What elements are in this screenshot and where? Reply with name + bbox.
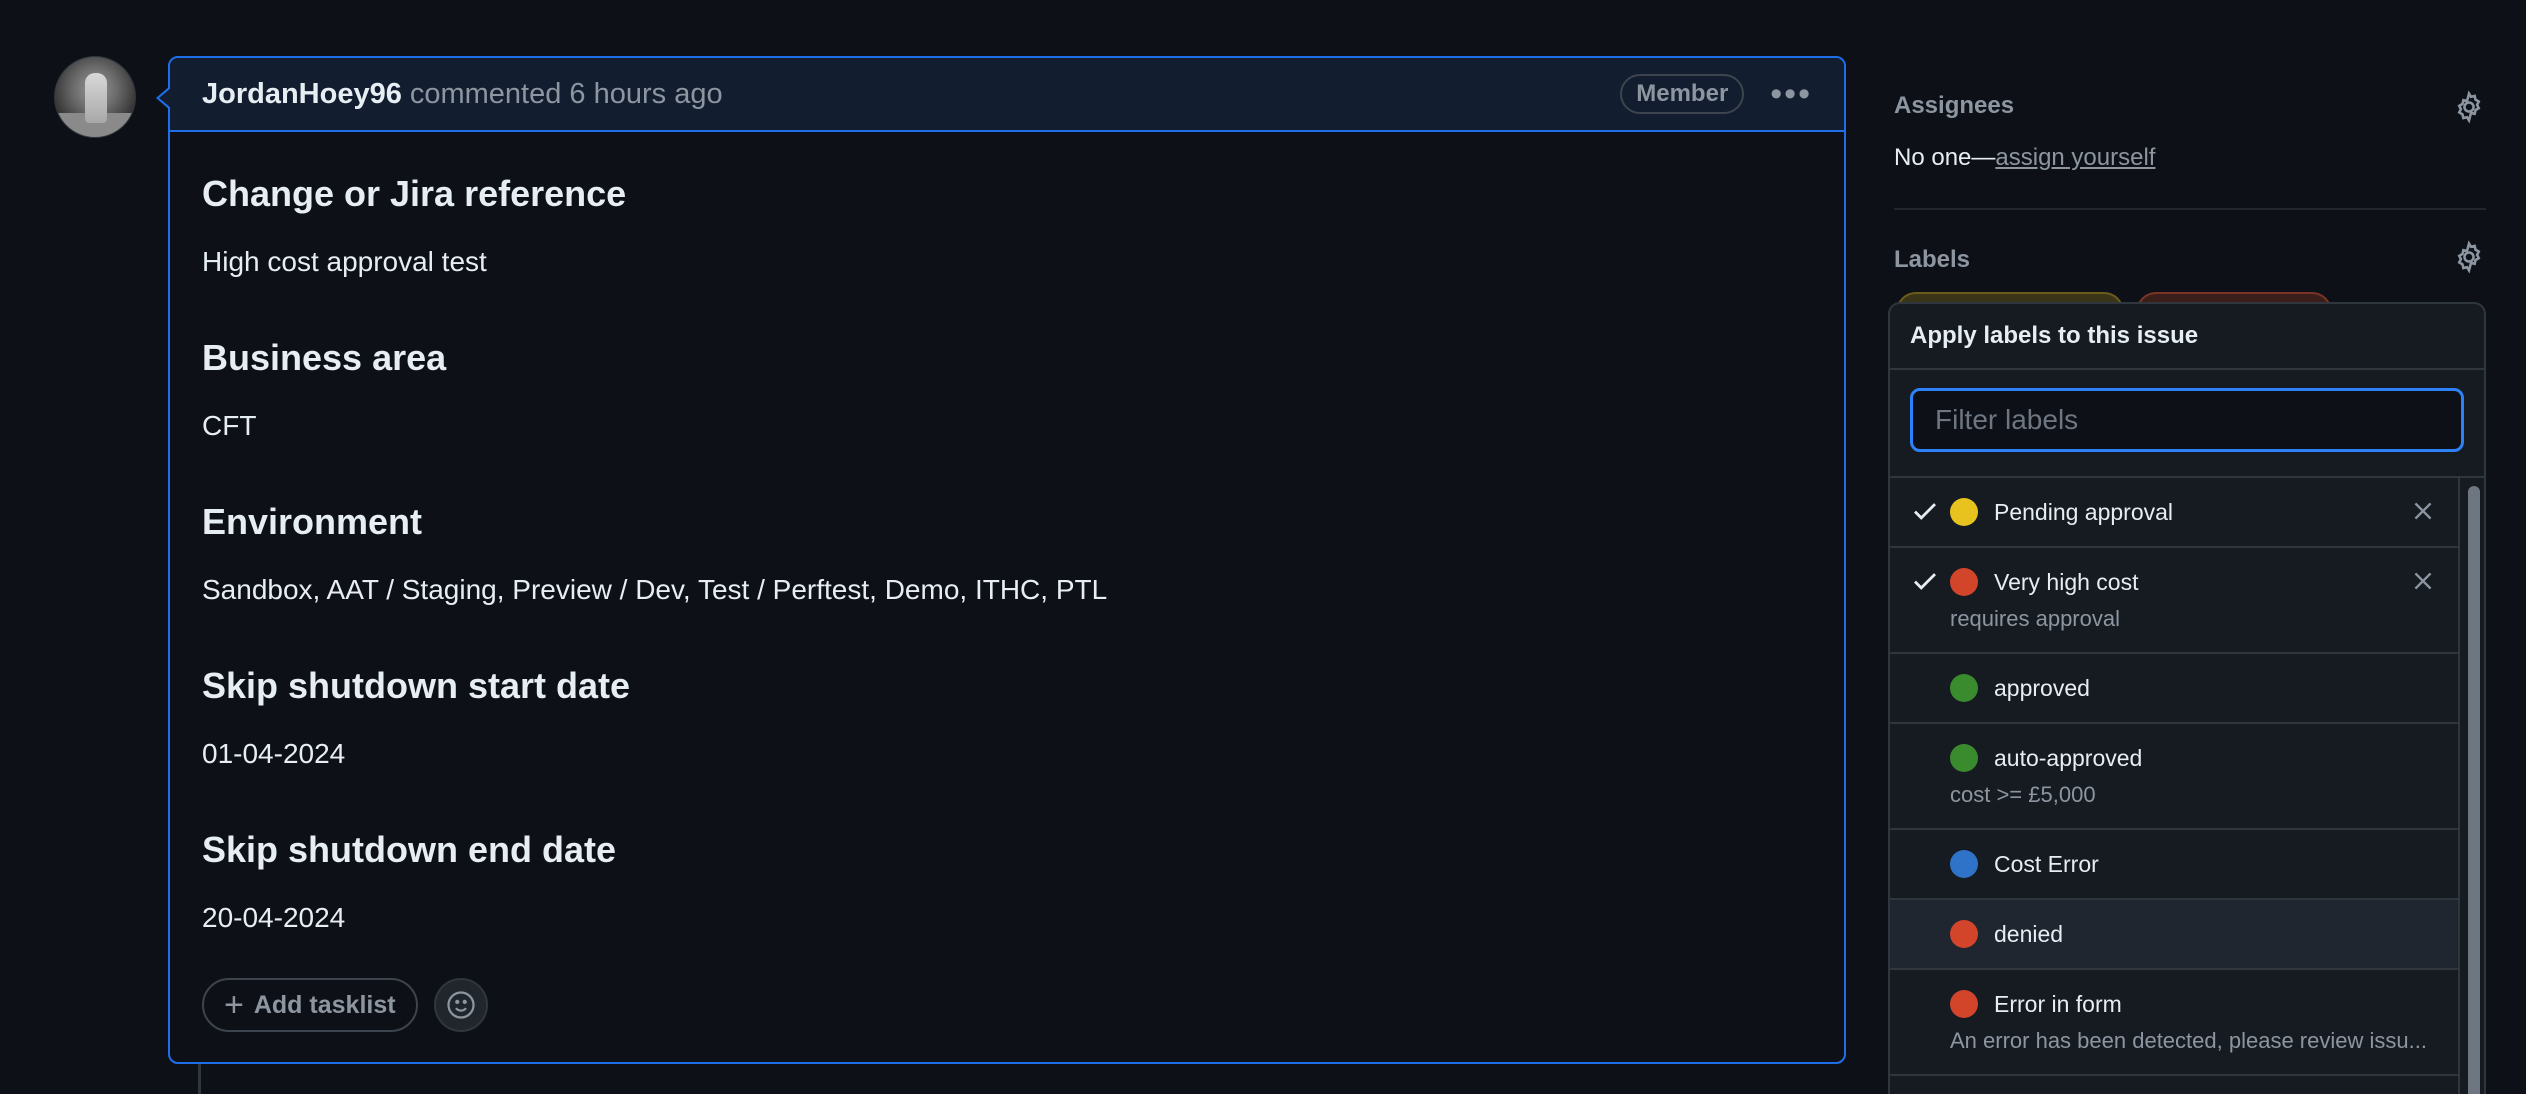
timeline-line bbox=[198, 1064, 201, 1094]
section-value: CFT bbox=[202, 410, 257, 441]
section-value: High cost approval test bbox=[202, 246, 487, 277]
label-name: Cost Error bbox=[1994, 850, 2099, 877]
label-description: An error has been detected, please revie… bbox=[1950, 1028, 2427, 1053]
kebab-menu-icon[interactable]: ••• bbox=[1770, 77, 1812, 111]
add-reaction-button[interactable] bbox=[433, 978, 488, 1032]
astronaut-figure bbox=[85, 73, 107, 123]
label-name: Very high cost bbox=[1994, 568, 2139, 595]
label-name: Error in form bbox=[1994, 990, 2122, 1017]
label-color-dot bbox=[1950, 498, 1978, 526]
label-color-dot bbox=[1950, 990, 1978, 1018]
member-badge: Member bbox=[1620, 74, 1745, 114]
assignees-value: No one—assign yourself bbox=[1894, 144, 2155, 172]
sidebar-divider bbox=[1894, 208, 2486, 210]
smiley-icon bbox=[446, 991, 475, 1019]
section-heading: Change or Jira reference bbox=[202, 173, 627, 214]
dropdown-title: Apply labels to this issue bbox=[1890, 304, 2484, 370]
gear-icon[interactable] bbox=[2452, 240, 2486, 274]
plus-icon: + bbox=[224, 986, 244, 1024]
section-heading: Environment bbox=[202, 501, 423, 542]
label-name: Pending approval bbox=[1994, 498, 2174, 525]
gear-icon[interactable] bbox=[2452, 90, 2486, 124]
comment-footer: + Add tasklist bbox=[202, 978, 488, 1032]
label-color-dot bbox=[1950, 850, 1978, 878]
label-option-auto-approved[interactable]: auto-approved cost >= £5,000 bbox=[1890, 724, 2458, 830]
assignees-title: Assignees bbox=[1894, 92, 2015, 119]
label-option-cost-error[interactable]: Cost Error bbox=[1890, 830, 2458, 900]
label-color-dot bbox=[1950, 744, 1978, 772]
label-color-dot bbox=[1950, 920, 1978, 948]
assignees-none: No one— bbox=[1894, 144, 1996, 171]
close-icon[interactable] bbox=[2410, 568, 2436, 594]
labels-dropdown: Apply labels to this issue Pending appro… bbox=[1888, 302, 2486, 1094]
section-heading: Skip shutdown end date bbox=[202, 829, 617, 870]
label-name: denied bbox=[1994, 920, 2064, 947]
scrollbar-thumb[interactable] bbox=[2468, 486, 2480, 1094]
avatar[interactable] bbox=[54, 56, 136, 138]
filter-labels-input[interactable] bbox=[1910, 388, 2464, 452]
section-value: Sandbox, AAT / Staging, Preview / Dev, T… bbox=[202, 574, 1108, 605]
section-value: 01-04-2024 bbox=[202, 738, 346, 769]
label-name: auto-approved bbox=[1994, 744, 2143, 771]
label-color-dot bbox=[1950, 674, 1978, 702]
scrollbar[interactable] bbox=[2458, 478, 2484, 1094]
label-list: Pending approval Very high cost requires… bbox=[1890, 478, 2458, 1076]
comment-header: JordanHoey96 commented 6 hours ago Membe… bbox=[170, 58, 1844, 132]
issue-comment: JordanHoey96 commented 6 hours ago Membe… bbox=[156, 56, 1846, 1064]
check-icon bbox=[1914, 503, 1936, 520]
label-name: approved bbox=[1994, 674, 2090, 701]
section-value: 20-04-2024 bbox=[202, 902, 346, 933]
section-heading: Business area bbox=[202, 337, 447, 378]
label-option-approved[interactable]: approved bbox=[1890, 654, 2458, 724]
add-tasklist-label: Add tasklist bbox=[253, 990, 396, 1019]
label-option-very-high-cost[interactable]: Very high cost requires approval bbox=[1890, 548, 2458, 654]
section-heading: Skip shutdown start date bbox=[202, 665, 631, 706]
comment-body: Change or Jira reference High cost appro… bbox=[170, 132, 1844, 1006]
assign-yourself-link[interactable]: assign yourself bbox=[1995, 144, 2155, 171]
comment-timestamp[interactable]: commented 6 hours ago bbox=[410, 78, 723, 111]
label-description: cost >= £5,000 bbox=[1950, 782, 2096, 807]
filter-wrap bbox=[1890, 370, 2484, 478]
add-tasklist-button[interactable]: + Add tasklist bbox=[202, 978, 418, 1032]
label-option-pending-approval[interactable]: Pending approval bbox=[1890, 478, 2458, 548]
comment-author[interactable]: JordanHoey96 bbox=[202, 78, 402, 111]
label-option-denied[interactable]: denied bbox=[1890, 900, 2458, 970]
labels-title: Labels bbox=[1894, 246, 1971, 273]
check-icon bbox=[1914, 573, 1936, 590]
label-description: requires approval bbox=[1950, 606, 2120, 631]
close-icon[interactable] bbox=[2410, 498, 2436, 524]
label-color-dot bbox=[1950, 568, 1978, 596]
label-option-error-in-form[interactable]: Error in form An error has been detected… bbox=[1890, 970, 2458, 1076]
